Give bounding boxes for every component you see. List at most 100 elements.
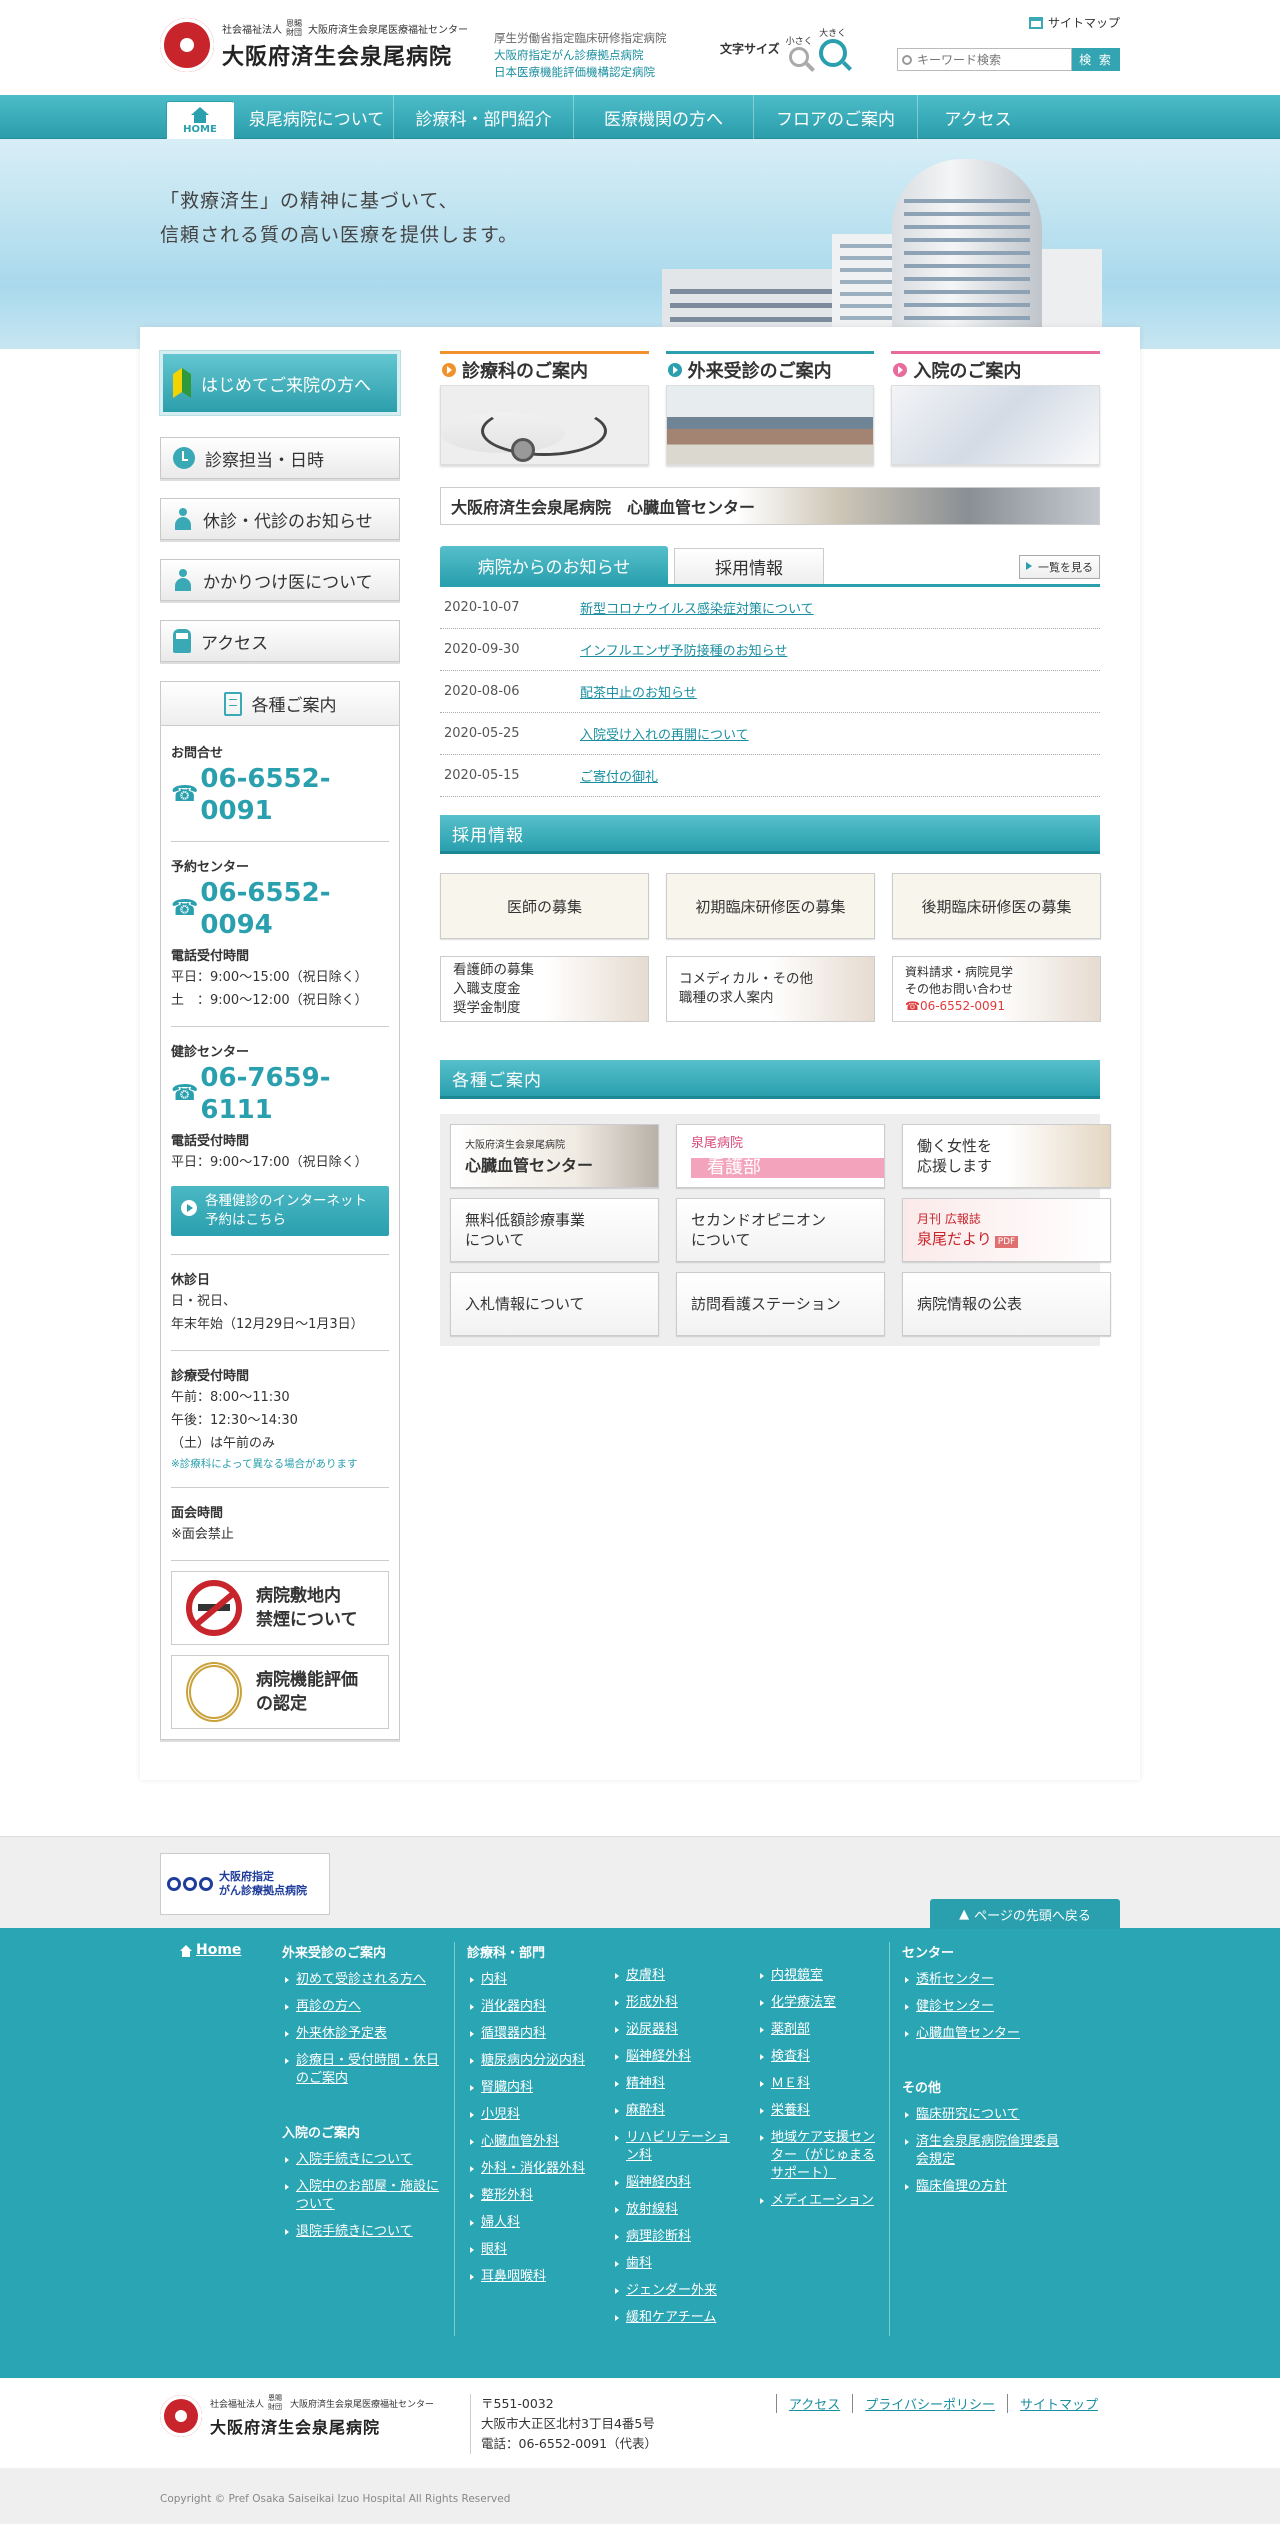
- accreditation-banner[interactable]: 病院機能評価 の認定: [171, 1655, 389, 1729]
- footer-link[interactable]: ジェンダー外来: [612, 2282, 733, 2300]
- bid-info-link[interactable]: 入札情報について: [450, 1272, 659, 1336]
- footer-link[interactable]: 小児科: [467, 2106, 588, 2124]
- comedical-recruit-banner[interactable]: コメディカル・その他 職種の求人案内: [666, 956, 875, 1022]
- tab-news[interactable]: 病院からのお知らせ: [440, 546, 668, 584]
- footer-link[interactable]: 循環器内科: [467, 2025, 588, 2043]
- inquiry-phone[interactable]: ☎ 06-6552-0091: [171, 763, 389, 827]
- footer-link[interactable]: 泌尿器科: [612, 2021, 733, 2039]
- footer-link[interactable]: 済生会泉尾病院倫理委員会規定: [902, 2133, 1068, 2169]
- heart-center-link[interactable]: 大阪府済生会泉尾病院 心臓血管センター: [450, 1124, 659, 1188]
- hospital-info-link[interactable]: 病院情報の公表: [902, 1272, 1111, 1336]
- reserve-phone[interactable]: ☎ 06-6552-0094: [171, 877, 389, 941]
- news-link[interactable]: 配茶中止のお知らせ: [580, 682, 697, 701]
- footer-link[interactable]: 再診の方へ: [282, 1998, 442, 2016]
- footer-link[interactable]: 退院手続きについて: [282, 2223, 442, 2241]
- free-care-link[interactable]: 無料低額診療事業 について: [450, 1198, 659, 1262]
- document-request-banner[interactable]: 資料請求・病院見学 その他お問い合わせ ☎06-6552-0091: [892, 956, 1101, 1022]
- newsletter-pdf-link[interactable]: 月刊 広報誌 泉尾だより PDF: [902, 1198, 1111, 1262]
- junior-resident-recruit-button[interactable]: 初期臨床研修医の募集: [666, 873, 875, 939]
- footer-link[interactable]: 整形外科: [467, 2187, 588, 2205]
- footer-sitemap-link[interactable]: サイトマップ: [1006, 2394, 1110, 2413]
- footer-link[interactable]: 歯科: [612, 2255, 733, 2273]
- footer-link[interactable]: 婦人科: [467, 2214, 588, 2232]
- news-link[interactable]: インフルエンザ予防接種のお知らせ: [580, 640, 787, 659]
- footer-link[interactable]: 心臓血管センター: [902, 2025, 1068, 2043]
- footer-link[interactable]: 緩和ケアチーム: [612, 2309, 733, 2327]
- footer-access-link[interactable]: アクセス: [775, 2394, 852, 2413]
- heart-center-banner[interactable]: 大阪府済生会泉尾病院 心臓血管センター: [440, 487, 1100, 525]
- footer-link[interactable]: 臨床倫理の方針: [902, 2178, 1068, 2196]
- footer-link[interactable]: 検査科: [757, 2048, 877, 2066]
- footer-link[interactable]: 透析センター: [902, 1971, 1068, 1989]
- view-all-button[interactable]: 一覧を見る: [1019, 555, 1100, 579]
- footer-link[interactable]: 初めて受診される方へ: [282, 1971, 442, 1989]
- footer-home-link[interactable]: Home: [180, 1942, 258, 1958]
- footer-link[interactable]: 臨床研究について: [902, 2106, 1068, 2124]
- department-guide-card[interactable]: 診療科のご案内: [440, 351, 649, 465]
- footer-link[interactable]: 外来休診予定表: [282, 2025, 442, 2043]
- footer-link[interactable]: 薬剤部: [757, 2021, 877, 2039]
- second-opinion-link[interactable]: セカンドオピニオン について: [676, 1198, 885, 1262]
- tab-recruit[interactable]: 採用情報: [674, 548, 824, 584]
- footer-link[interactable]: 内視鏡室: [757, 1967, 877, 1985]
- footer-link[interactable]: 外科・消化器外科: [467, 2160, 588, 2178]
- footer-link[interactable]: 化学療法室: [757, 1994, 877, 2012]
- footer-link[interactable]: 糖尿病内分泌内科: [467, 2052, 588, 2070]
- footer-link[interactable]: ＭＥ科: [757, 2075, 877, 2093]
- news-link[interactable]: ご寄付の御礼: [580, 766, 658, 785]
- working-women-link[interactable]: 働く女性を 応援します: [902, 1124, 1111, 1188]
- access-button[interactable]: アクセス: [160, 620, 400, 662]
- footer-link[interactable]: 入院手続きについて: [282, 2151, 442, 2169]
- footer-link[interactable]: 病理診断科: [612, 2228, 733, 2246]
- search-input[interactable]: [917, 52, 1057, 67]
- page-top-button[interactable]: ▲ ページの先頭へ戻る: [930, 1899, 1120, 1929]
- footer-logo[interactable]: 社会福祉法人 恩賜 財団 大阪府済生会泉尾医療福祉センター 大阪府済生会泉尾病院: [160, 2394, 434, 2438]
- nav-departments[interactable]: 診療科・部門紹介: [394, 95, 574, 139]
- footer-link[interactable]: 内科: [467, 1971, 588, 1989]
- footer-link[interactable]: 心臓血管外科: [467, 2133, 588, 2151]
- first-visit-button[interactable]: はじめてご来院の方へ: [159, 350, 401, 416]
- nav-access[interactable]: アクセス: [918, 95, 1038, 139]
- news-link[interactable]: 入院受け入れの再開について: [580, 724, 749, 743]
- footer-link[interactable]: 脳神経外科: [612, 2048, 733, 2066]
- font-large-button[interactable]: 大きく: [818, 26, 847, 67]
- footer-link[interactable]: 麻酔科: [612, 2102, 733, 2120]
- schedule-button[interactable]: 診察担当・日時: [160, 437, 400, 479]
- doctor-recruit-button[interactable]: 医師の募集: [440, 873, 649, 939]
- footer-link[interactable]: 脳神経内科: [612, 2174, 733, 2192]
- footer-link[interactable]: 放射線科: [612, 2201, 733, 2219]
- osaka-cancer-banner[interactable]: 大阪府指定 がん診療拠点病院: [160, 1853, 330, 1915]
- privacy-policy-link[interactable]: プライバシーポリシー: [852, 2394, 1007, 2413]
- outpatient-guide-card[interactable]: 外来受診のご案内: [665, 351, 875, 465]
- checkup-phone[interactable]: ☎ 06-7659-6111: [171, 1062, 389, 1126]
- footer-link[interactable]: 精神科: [612, 2075, 733, 2093]
- closure-notice-button[interactable]: 休診・代診のお知らせ: [160, 498, 400, 540]
- font-small-button[interactable]: 小さく: [786, 34, 813, 67]
- family-doctor-button[interactable]: かかりつけ医について: [160, 559, 400, 601]
- footer-link[interactable]: 皮膚科: [612, 1967, 733, 1985]
- home-nursing-link[interactable]: 訪問看護ステーション: [676, 1272, 885, 1336]
- footer-link[interactable]: 地域ケア支援センター（がじゅまるサポート）: [757, 2129, 877, 2183]
- nursing-dept-link[interactable]: 泉尾病院 看護部: [676, 1124, 885, 1188]
- footer-link[interactable]: 眼科: [467, 2241, 588, 2259]
- footer-link[interactable]: 健診センター: [902, 1998, 1068, 2016]
- footer-link[interactable]: 入院中のお部屋・施設について: [282, 2178, 442, 2214]
- nav-medical-institutions[interactable]: 医療機関の方へ: [574, 95, 754, 139]
- footer-link[interactable]: 腎臓内科: [467, 2079, 588, 2097]
- footer-link[interactable]: リハビリテーション科: [612, 2129, 733, 2165]
- hospital-logo[interactable]: 社会福祉法人 恩賜 財団 大阪府済生会泉尾医療福祉センター 大阪府済生会泉尾病院: [160, 18, 468, 72]
- nav-home[interactable]: HOME: [166, 101, 234, 139]
- footer-link[interactable]: 栄養科: [757, 2102, 877, 2120]
- nav-about[interactable]: 泉尾病院について: [240, 95, 394, 139]
- footer-link[interactable]: 消化器内科: [467, 1998, 588, 2016]
- inpatient-guide-card[interactable]: 入院のご案内: [891, 351, 1101, 465]
- footer-link[interactable]: メディエーション: [757, 2192, 877, 2210]
- sitemap-link[interactable]: サイトマップ: [1028, 14, 1120, 31]
- search-button[interactable]: 検 索: [1072, 48, 1120, 71]
- nurse-recruit-banner[interactable]: 看護師の募集 入職支度金 奨学金制度: [440, 956, 649, 1022]
- news-link[interactable]: 新型コロナウイルス感染症対策について: [580, 598, 814, 617]
- no-smoking-banner[interactable]: 病院敷地内 禁煙について: [171, 1571, 389, 1645]
- senior-resident-recruit-button[interactable]: 後期臨床研修医の募集: [892, 873, 1101, 939]
- footer-link[interactable]: 耳鼻咽喉科: [467, 2268, 588, 2286]
- checkup-reservation-button[interactable]: 各種健診のインターネット 予約はこちら: [171, 1186, 389, 1236]
